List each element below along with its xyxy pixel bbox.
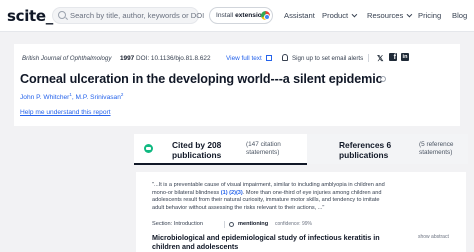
doi: 1997 DOI: 10.1136/bjo.81.8.622 (120, 55, 211, 62)
linkedin-icon[interactable]: in (401, 53, 409, 61)
tab-references-sub: (5 reference statements) (419, 141, 454, 156)
journal-name: British Journal of Ophthalmology (22, 55, 112, 62)
mention-icon (229, 222, 234, 227)
reference-numbers[interactable]: (1) (2)(3) (221, 190, 243, 196)
author-link[interactable]: M.P. Srinivasan (76, 94, 121, 101)
citation-type: mentioning (238, 221, 269, 227)
tab-cited-by[interactable]: Cited by 208 publications (147 citation st… (134, 134, 307, 165)
confidence: confidence: 99% (275, 221, 312, 227)
nav-product[interactable]: Product (322, 11, 358, 20)
scite-logo[interactable]: scite_ (7, 7, 53, 25)
twitter-icon[interactable]: 𝕏 (377, 54, 383, 63)
citation-card: "...It is a preventable cause of visual … (136, 172, 466, 252)
search-icon (58, 11, 66, 19)
nav-blog[interactable]: Blog (452, 11, 467, 20)
chrome-icon (261, 11, 270, 20)
authors: John P. Whitcher1, M.P. Srinivasan2 (20, 92, 124, 102)
article-title: Corneal ulceration in the developing wor… (20, 72, 383, 86)
chevron-down-icon (406, 11, 413, 18)
tab-cited-by-sub: (147 citation statements) (246, 141, 281, 156)
help-understand-link[interactable]: Help me understand this report (20, 109, 111, 116)
view-full-text-link[interactable]: View full text (226, 55, 262, 62)
tab-cited-by-title: Cited by 208 publications (172, 140, 222, 160)
citing-paper-title[interactable]: Microbiological and epidemiological stud… (152, 233, 402, 251)
bell-icon[interactable] (282, 54, 288, 61)
nav-pricing[interactable]: Pricing (418, 11, 441, 20)
top-nav: scite_ Search by title, author, keywords… (0, 0, 474, 32)
citation-quote: "...It is a preventable cause of visual … (152, 182, 385, 211)
external-link-icon (266, 55, 272, 61)
facebook-icon[interactable]: f (389, 53, 397, 61)
tab-references[interactable]: References 6 publications (5 reference sta… (307, 134, 468, 164)
show-abstract-link[interactable]: show abstract (418, 234, 449, 240)
search-input[interactable]: Search by title, author, keywords or DOI (52, 7, 204, 24)
citation-section: Section: Introduction (152, 221, 203, 227)
email-alerts-link[interactable]: Sign up to set email alerts (292, 55, 363, 62)
tab-references-title: References 6 publications (339, 140, 392, 160)
nav-assistant[interactable]: Assistant (284, 11, 315, 20)
citation-tabs: Cited by 208 publications (147 citation st… (134, 134, 468, 165)
divider (368, 54, 369, 62)
chevron-down-icon (351, 11, 358, 18)
search-placeholder: Search by title, author, keywords or DOI (70, 11, 205, 20)
install-extension-button[interactable]: Install extension! (209, 7, 273, 24)
quote-icon (144, 144, 153, 153)
nav-resources[interactable]: Resources (367, 11, 413, 20)
author-link[interactable]: John P. Whitcher (20, 94, 69, 101)
divider (224, 221, 225, 228)
